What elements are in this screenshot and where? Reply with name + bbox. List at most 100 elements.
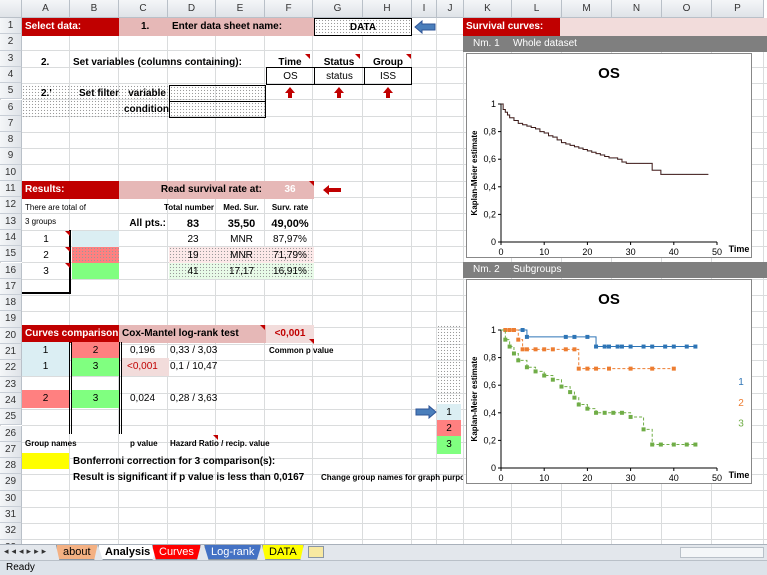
column-header-e[interactable]: E	[216, 0, 265, 18]
comparison-label: Curves comparison:	[22, 325, 119, 343]
group-names-label: Group names	[25, 439, 77, 448]
tab-scroll-buttons[interactable]: ◂◂◂▸▸▸	[4, 546, 49, 557]
data-point	[641, 344, 646, 349]
row-line	[22, 506, 767, 508]
data-point	[658, 442, 663, 447]
row-header-11[interactable]: 11	[0, 181, 22, 198]
tab-logrank[interactable]: Log-rank	[204, 545, 262, 560]
data-point	[663, 344, 668, 349]
chart2-header: Nm. 2 Subgroups	[463, 262, 767, 278]
results-label: Results:	[22, 181, 119, 199]
column-header-m[interactable]: M	[562, 0, 612, 18]
column-header-l[interactable]: L	[512, 0, 562, 18]
common-p-value: <0,001	[266, 325, 314, 343]
row-header-4[interactable]: 4	[0, 66, 22, 84]
row-header-22[interactable]: 22	[0, 360, 22, 377]
column-header-j[interactable]: J	[437, 0, 464, 18]
row-header-3[interactable]: 3	[0, 50, 22, 67]
column-line	[763, 18, 764, 544]
bonferroni-input[interactable]	[22, 453, 69, 469]
condition-label: condition	[124, 104, 169, 115]
tab-about[interactable]: about	[56, 545, 98, 560]
status-input[interactable]: status	[314, 67, 365, 85]
column-header-c[interactable]: C	[119, 0, 168, 18]
tab-about-label: about	[63, 546, 91, 558]
chart-subgroups[interactable]: OS 0 0,2 0,4 0,6 0,8 1 0 10 20 30 40 50 Time Kaplan-Me…	[466, 279, 752, 484]
row-header-20[interactable]: 20	[0, 327, 22, 344]
row-header-8[interactable]: 8	[0, 132, 22, 149]
insert-sheet-icon[interactable]	[308, 546, 324, 558]
column-header-g[interactable]: G	[313, 0, 363, 18]
horizontal-scrollbar[interactable]	[680, 547, 764, 558]
km-chart-2: OS00,20,40,60,810 10 20 30 40 50 TimeKaplan-Me…	[470, 291, 749, 483]
data-point	[585, 406, 590, 411]
column-line	[312, 18, 313, 544]
column-header-p[interactable]: P	[712, 0, 764, 18]
row-header-32[interactable]: 32	[0, 523, 22, 540]
row-header-17[interactable]: 17	[0, 278, 22, 296]
data-point	[516, 337, 521, 342]
row-header-28[interactable]: 28	[0, 458, 22, 475]
data-point	[693, 344, 698, 349]
row-header-27[interactable]: 27	[0, 441, 22, 459]
column-header-i[interactable]: I	[412, 0, 437, 18]
rate-input[interactable]: 36	[266, 181, 314, 199]
tab-data[interactable]: DATA	[262, 545, 304, 560]
row-header-23[interactable]: 23	[0, 376, 22, 393]
chart2-number: Nm. 2	[473, 264, 500, 275]
x-tick-label: 0	[498, 473, 503, 483]
row-header-29[interactable]: 29	[0, 474, 22, 491]
row-header-18[interactable]: 18	[0, 295, 22, 312]
row-header-9[interactable]: 9	[0, 148, 22, 165]
select-all-corner[interactable]	[0, 0, 22, 18]
tab-curves[interactable]: Curves	[152, 545, 201, 560]
group-3-color	[72, 263, 119, 279]
data-point	[572, 347, 577, 352]
column-header-h[interactable]: H	[363, 0, 412, 18]
row-header-21[interactable]: 21	[0, 344, 22, 361]
row-header-19[interactable]: 19	[0, 311, 22, 328]
row-header-12[interactable]: 12	[0, 197, 22, 214]
group-3-name: 3	[43, 266, 49, 277]
row-header-2[interactable]: 2	[0, 34, 22, 51]
filter-variable-input[interactable]	[169, 85, 266, 102]
group-input[interactable]: ISS	[364, 67, 412, 85]
chart-whole-dataset[interactable]: OS 0 0,2 0,4 0,6 0,8 1 0 10 20 30 40 50 Time Kaplan-Me…	[466, 53, 752, 258]
column-header-a[interactable]: A	[22, 0, 70, 18]
row-header-14[interactable]: 14	[0, 229, 22, 247]
cmp-3-a: 2	[22, 390, 69, 408]
sheet-name-input[interactable]: DATA	[314, 18, 412, 36]
row-header-10[interactable]: 10	[0, 164, 22, 181]
graph-group-3[interactable]: 3	[437, 436, 461, 454]
tab-analysis[interactable]: Analysis	[98, 545, 158, 560]
column-header-k[interactable]: K	[464, 0, 512, 18]
row-header-1[interactable]: 1	[0, 18, 22, 35]
data-point	[511, 351, 516, 356]
survival-curves-label: Survival curves:	[463, 18, 560, 36]
row-header-6[interactable]: 6	[0, 99, 22, 116]
row-header-25[interactable]: 25	[0, 409, 22, 426]
column-header-f[interactable]: F	[265, 0, 313, 18]
column-header-d[interactable]: D	[168, 0, 216, 18]
column-header-o[interactable]: O	[662, 0, 712, 18]
chart2-subtitle: Subgroups	[513, 264, 562, 275]
row-header-13[interactable]: 13	[0, 213, 22, 230]
filter-condition-input[interactable]	[169, 101, 266, 118]
set-filter-label: Set filter	[79, 88, 120, 99]
row-header-30[interactable]: 30	[0, 490, 22, 507]
row-header-24[interactable]: 24	[0, 392, 22, 410]
row-header-15[interactable]: 15	[0, 246, 22, 263]
data-point	[524, 334, 529, 339]
column-header-b[interactable]: B	[70, 0, 119, 18]
column-header-n[interactable]: N	[612, 0, 662, 18]
time-input[interactable]: OS	[266, 67, 315, 85]
row-header-5[interactable]: 5	[0, 83, 22, 100]
cmp-2-b: 3	[72, 358, 119, 376]
data-point	[572, 395, 577, 400]
row-header-7[interactable]: 7	[0, 115, 22, 133]
row-header-26[interactable]: 26	[0, 425, 22, 442]
row-header-31[interactable]: 31	[0, 507, 22, 524]
data-point	[559, 384, 564, 389]
row-header-16[interactable]: 16	[0, 262, 22, 279]
data-point	[671, 344, 676, 349]
